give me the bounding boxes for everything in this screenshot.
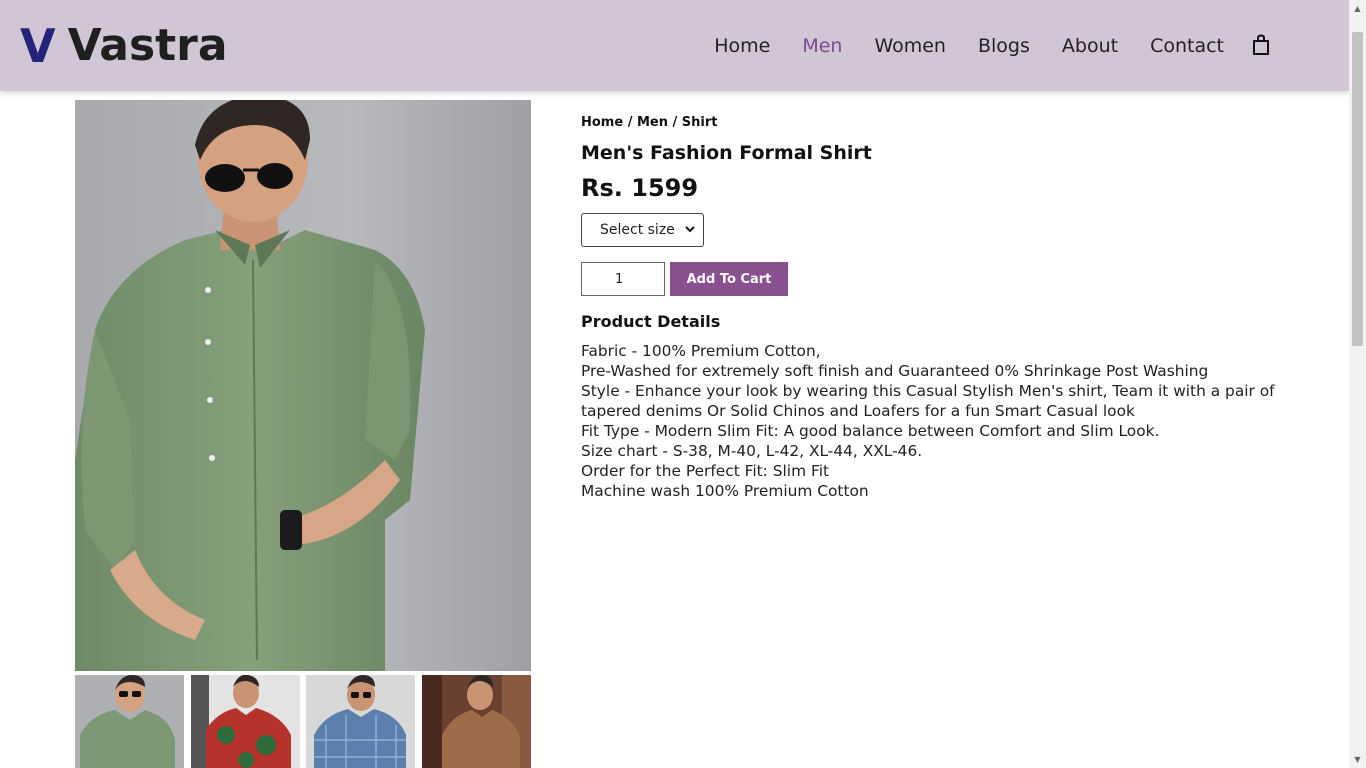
- scroll-down-arrow-icon[interactable]: ▼: [1349, 751, 1366, 768]
- detail-line: tapered denims Or Solid Chinos and Loafe…: [581, 402, 1135, 420]
- logo-mark: V: [20, 19, 56, 73]
- product-thumbnails: [75, 675, 531, 768]
- quantity-input[interactable]: 1: [581, 262, 665, 296]
- detail-line: Fit Type - Modern Slim Fit: A good balan…: [581, 422, 1160, 440]
- product-details: Fabric - 100% Premium Cotton, Pre-Washed…: [581, 341, 1281, 501]
- green-shirt-model-image: [75, 100, 425, 671]
- product-details-heading: Product Details: [581, 312, 721, 331]
- thumbnail-3[interactable]: [306, 675, 416, 768]
- detail-line: Size chart - S-38, M-40, L-42, XL-44, XX…: [581, 442, 923, 460]
- nav-contact[interactable]: Contact: [1150, 30, 1224, 62]
- scroll-up-arrow-icon[interactable]: ▲: [1349, 0, 1366, 17]
- page-scrollbar[interactable]: ▲ ▼: [1349, 0, 1366, 768]
- shopping-bag-icon[interactable]: [1251, 34, 1271, 56]
- detail-line: Order for the Perfect Fit: Slim Fit: [581, 462, 830, 480]
- product-info: Home / Men / Shirt Men's Fashion Formal …: [581, 112, 1281, 501]
- chevron-down-icon: [685, 226, 695, 233]
- thumbnail-1[interactable]: [75, 675, 184, 768]
- add-to-cart-button[interactable]: Add To Cart: [670, 262, 788, 296]
- product-price: Rs. 1599: [581, 174, 699, 202]
- detail-line: Machine wash 100% Premium Cotton: [581, 482, 869, 500]
- detail-line: Pre-Washed for extremely soft finish and…: [581, 362, 1209, 380]
- thumbnail-4[interactable]: [421, 675, 531, 768]
- product-main-image: [75, 100, 531, 671]
- blue-check-shirt-thumbnail: [314, 675, 407, 768]
- detail-line: Fabric - 100% Premium Cotton,: [581, 342, 821, 360]
- brown-shirt-thumbnail: [421, 675, 531, 768]
- nav-home[interactable]: Home: [714, 30, 770, 62]
- logo-text: Vastra: [67, 20, 228, 71]
- breadcrumb[interactable]: Home / Men / Shirt: [581, 112, 1281, 134]
- logo[interactable]: V Vastra: [20, 18, 228, 74]
- nav-women[interactable]: Women: [874, 30, 946, 62]
- red-floral-shirt-thumbnail: [190, 675, 291, 768]
- scroll-thumb[interactable]: [1352, 32, 1363, 346]
- add-to-cart-row: 1 Add To Cart: [581, 262, 1281, 296]
- nav-blogs[interactable]: Blogs: [978, 30, 1030, 62]
- size-select-value: Select size: [600, 222, 675, 238]
- main-nav: Home Men Women Blogs About Contact: [682, 30, 1224, 62]
- site-header: V Vastra Home Men Women Blogs About Cont…: [0, 0, 1349, 91]
- green-shirt-thumbnail: [80, 675, 175, 768]
- thumbnail-2[interactable]: [190, 675, 300, 768]
- nav-about[interactable]: About: [1062, 30, 1118, 62]
- size-select[interactable]: Select size: [581, 213, 704, 247]
- detail-line: Style - Enhance your look by wearing thi…: [581, 382, 1275, 400]
- product-title: Men's Fashion Formal Shirt: [581, 142, 872, 164]
- nav-men[interactable]: Men: [802, 30, 842, 62]
